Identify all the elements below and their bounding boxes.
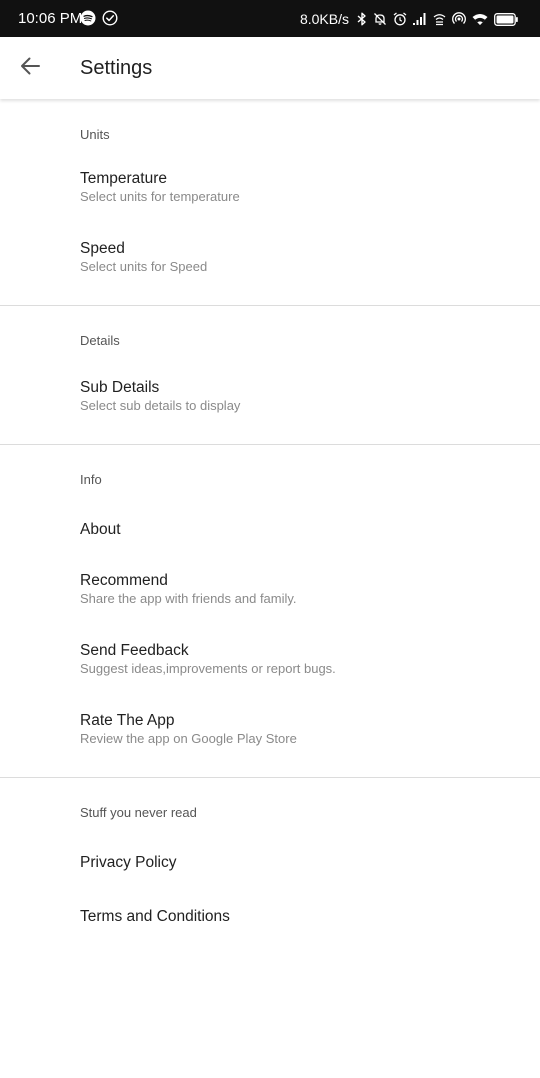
check-circle-icon xyxy=(102,10,118,26)
section-header-info: Info xyxy=(80,472,102,487)
app-bar: Settings xyxy=(0,37,540,99)
page-title: Settings xyxy=(80,57,153,79)
section-legal: Stuff you never read Privacy Policy Term… xyxy=(0,778,540,954)
pref-terms-and-conditions[interactable]: Terms and Conditions xyxy=(0,890,540,944)
pref-title: Rate The App xyxy=(80,712,175,729)
section-details: Details Sub Details Select sub details t… xyxy=(0,306,540,445)
section-header-units: Units xyxy=(80,127,110,142)
mute-bell-icon xyxy=(373,12,387,26)
pref-rate-the-app[interactable]: Rate The App Review the app on Google Pl… xyxy=(0,697,540,767)
network-speed: 8.0KB/s xyxy=(299,11,349,27)
status-icons: 8.0KB/s xyxy=(300,9,518,29)
alarm-icon xyxy=(393,12,407,26)
pref-summary: Select units for temperature xyxy=(80,189,240,204)
pref-title: Send Feedback xyxy=(80,642,189,659)
pref-speed[interactable]: Speed Select units for Speed xyxy=(0,225,540,295)
section-info: Info About Recommend Share the app with … xyxy=(0,445,540,778)
section-header-legal: Stuff you never read xyxy=(80,805,197,820)
pref-privacy-policy[interactable]: Privacy Policy xyxy=(0,836,540,890)
signal-icon xyxy=(413,13,427,25)
pref-temperature[interactable]: Temperature Select units for temperature xyxy=(0,155,540,225)
hotspot-icon xyxy=(452,12,466,26)
back-button[interactable] xyxy=(12,50,48,86)
section-header-details: Details xyxy=(80,333,120,348)
pref-summary: Suggest ideas,improvements or report bug… xyxy=(80,661,336,676)
pref-send-feedback[interactable]: Send Feedback Suggest ideas,improvements… xyxy=(0,627,540,697)
arrow-back-icon xyxy=(20,56,40,81)
pref-title: Terms and Conditions xyxy=(80,908,230,925)
settings-list: Units Temperature Select units for tempe… xyxy=(0,99,540,954)
pref-title: Temperature xyxy=(80,170,168,187)
pref-title: Recommend xyxy=(80,572,168,589)
pref-title: Speed xyxy=(80,240,125,257)
wifi-hotspot-icon xyxy=(433,13,446,26)
pref-sub-details[interactable]: Sub Details Select sub details to displa… xyxy=(0,364,540,434)
battery-icon xyxy=(494,12,518,26)
pref-title: Privacy Policy xyxy=(80,854,177,871)
pref-summary: Select units for Speed xyxy=(80,259,208,274)
status-time: 10:06 PM xyxy=(18,10,83,27)
pref-title: About xyxy=(80,521,121,538)
pref-summary: Share the app with friends and family. xyxy=(80,591,297,606)
pref-recommend[interactable]: Recommend Share the app with friends and… xyxy=(0,557,540,627)
pref-summary: Select sub details to display xyxy=(80,398,241,413)
spotify-icon xyxy=(80,10,96,26)
pref-title: Sub Details xyxy=(80,379,160,396)
bluetooth-icon xyxy=(357,12,367,26)
status-bar: 10:06 PM 8.0KB/s xyxy=(0,0,540,37)
pref-summary: Review the app on Google Play Store xyxy=(80,731,297,746)
pref-about[interactable]: About xyxy=(0,503,540,557)
wifi-icon xyxy=(472,13,488,26)
section-units: Units Temperature Select units for tempe… xyxy=(0,99,540,306)
